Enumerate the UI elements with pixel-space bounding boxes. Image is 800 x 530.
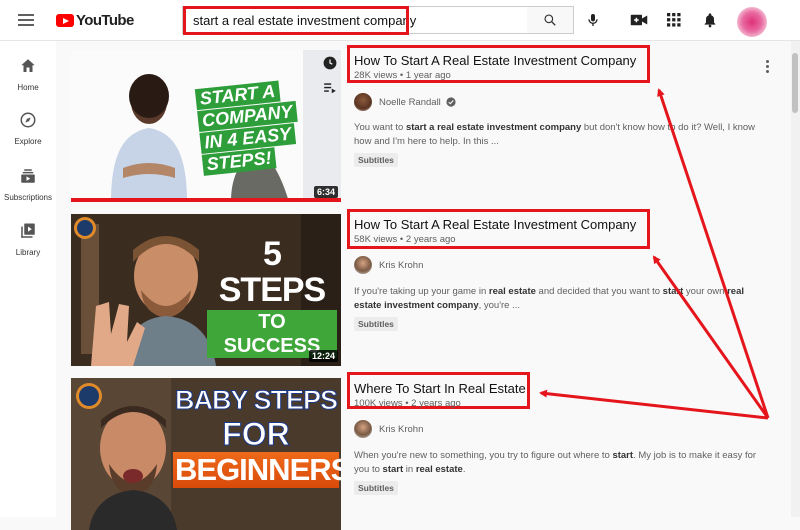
compass-icon: [20, 112, 36, 128]
video-camera-icon: [630, 14, 648, 26]
desc-highlight: start: [662, 286, 684, 297]
desc-highlight: start: [612, 450, 634, 461]
desc-text: your own: [683, 286, 728, 297]
video-description: When you're new to something, you try to…: [354, 449, 764, 477]
thumbnail-text-line: BEGINNERS: [173, 452, 341, 488]
microphone-icon: [588, 14, 598, 26]
notifications-button[interactable]: [699, 9, 721, 31]
video-result[interactable]: BABY STEPS FOR BEGINNERS Where To Start …: [71, 372, 771, 530]
channel-avatar[interactable]: [354, 256, 372, 274]
thumbnail-text-line: BABY STEPS: [174, 385, 338, 416]
thumbnail-caption: BABY STEPS FOR BEGINNERS: [173, 384, 341, 488]
desc-highlight: start a real estate investment company: [405, 122, 582, 133]
bell-icon: [704, 13, 716, 28]
thumbnail-text-line: 5 STEPS: [218, 235, 326, 309]
add-to-queue-icon[interactable]: [323, 82, 337, 94]
microphone-button[interactable]: [582, 9, 604, 31]
scrollbar[interactable]: [791, 41, 800, 517]
search-highlight-box: [183, 6, 409, 35]
sidebar-item-label: Library: [15, 248, 41, 257]
account-avatar[interactable]: [737, 7, 767, 37]
video-description: You want to start a real estate investme…: [354, 121, 764, 149]
search-icon: [544, 14, 556, 26]
thumbnail-text-line: FOR: [222, 416, 291, 453]
channel-name[interactable]: Noelle Randall: [379, 97, 441, 108]
sidebar-item-library[interactable]: Library: [0, 222, 56, 257]
more-options-icon[interactable]: [766, 60, 772, 75]
thumbnail-caption: START A COMPANY IN 4 EASY STEPS!: [194, 75, 338, 176]
sidebar-item-label: Explore: [14, 137, 42, 146]
youtube-logo[interactable]: YouTube: [56, 12, 134, 29]
sidebar-item-home[interactable]: Home: [0, 57, 56, 92]
video-duration: 12:24: [308, 350, 338, 362]
sidebar-item-label: Subscriptions: [3, 193, 53, 202]
desc-text: When you're new to something, you try to…: [354, 450, 613, 461]
scrollbar-thumb[interactable]: [792, 53, 798, 113]
apps-grid-icon: [667, 13, 681, 27]
sidebar-item-subscriptions[interactable]: Subscriptions: [0, 167, 56, 202]
youtube-play-icon: [56, 14, 74, 27]
desc-text: .: [462, 464, 466, 475]
desc-highlight: real estate: [488, 286, 536, 297]
channel-name[interactable]: Kris Krohn: [379, 260, 423, 271]
sidebar-item-explore[interactable]: Explore: [0, 111, 56, 146]
thumbnail-caption: 5 STEPS TO SUCCESS: [207, 236, 337, 358]
channel-avatar[interactable]: [354, 420, 372, 438]
subtitles-badge: Subtitles: [354, 153, 398, 167]
home-icon: [21, 59, 35, 72]
video-meta: 58K views • 2 years ago: [354, 234, 456, 245]
channel-info[interactable]: Kris Krohn: [354, 420, 423, 438]
top-bar: YouTube: [0, 0, 800, 41]
channel-info[interactable]: Noelle Randall: [354, 93, 456, 111]
subtitles-badge: Subtitles: [354, 317, 398, 331]
video-thumbnail[interactable]: START A COMPANY IN 4 EASY STEPS! 6:34: [71, 50, 341, 202]
desc-text: in: [403, 464, 416, 475]
video-result[interactable]: START A COMPANY IN 4 EASY STEPS! 6:34 Ho…: [71, 45, 772, 205]
menu-icon[interactable]: [18, 14, 34, 26]
watch-later-icon[interactable]: [323, 56, 337, 70]
video-description: If you're taking up your game in real es…: [354, 285, 764, 313]
desc-text: If you're taking up your game in: [354, 286, 489, 297]
video-thumbnail[interactable]: BABY STEPS FOR BEGINNERS: [71, 378, 341, 530]
library-icon: [21, 223, 35, 238]
subscriptions-icon: [21, 169, 35, 183]
subtitles-badge: Subtitles: [354, 481, 398, 495]
apps-button[interactable]: [663, 9, 685, 31]
sidebar: Home Explore Subscriptions Library: [0, 41, 56, 517]
desc-text: You want to: [354, 122, 406, 133]
channel-info[interactable]: Kris Krohn: [354, 256, 423, 274]
desc-highlight: start: [382, 464, 404, 475]
channel-avatar[interactable]: [354, 93, 372, 111]
channel-name[interactable]: Kris Krohn: [379, 424, 423, 435]
video-meta: 100K views • 2 years ago: [354, 398, 461, 409]
create-video-button[interactable]: [628, 9, 650, 31]
sidebar-item-label: Home: [17, 83, 39, 92]
logo-text: YouTube: [76, 12, 134, 29]
search-results: START A COMPANY IN 4 EASY STEPS! 6:34 Ho…: [56, 41, 800, 530]
video-thumbnail[interactable]: 5 STEPS TO SUCCESS 12:24: [71, 214, 341, 366]
video-duration: 6:34: [313, 186, 338, 198]
video-meta: 28K views • 1 year ago: [354, 70, 451, 81]
search-button[interactable]: [527, 6, 574, 34]
verified-badge-icon: [446, 97, 456, 107]
video-result[interactable]: 5 STEPS TO SUCCESS 12:24 How To Start A …: [71, 209, 771, 369]
desc-highlight: real estate: [415, 464, 463, 475]
desc-text: and decided that you want to: [535, 286, 663, 297]
desc-text: , you're ...: [478, 300, 521, 311]
